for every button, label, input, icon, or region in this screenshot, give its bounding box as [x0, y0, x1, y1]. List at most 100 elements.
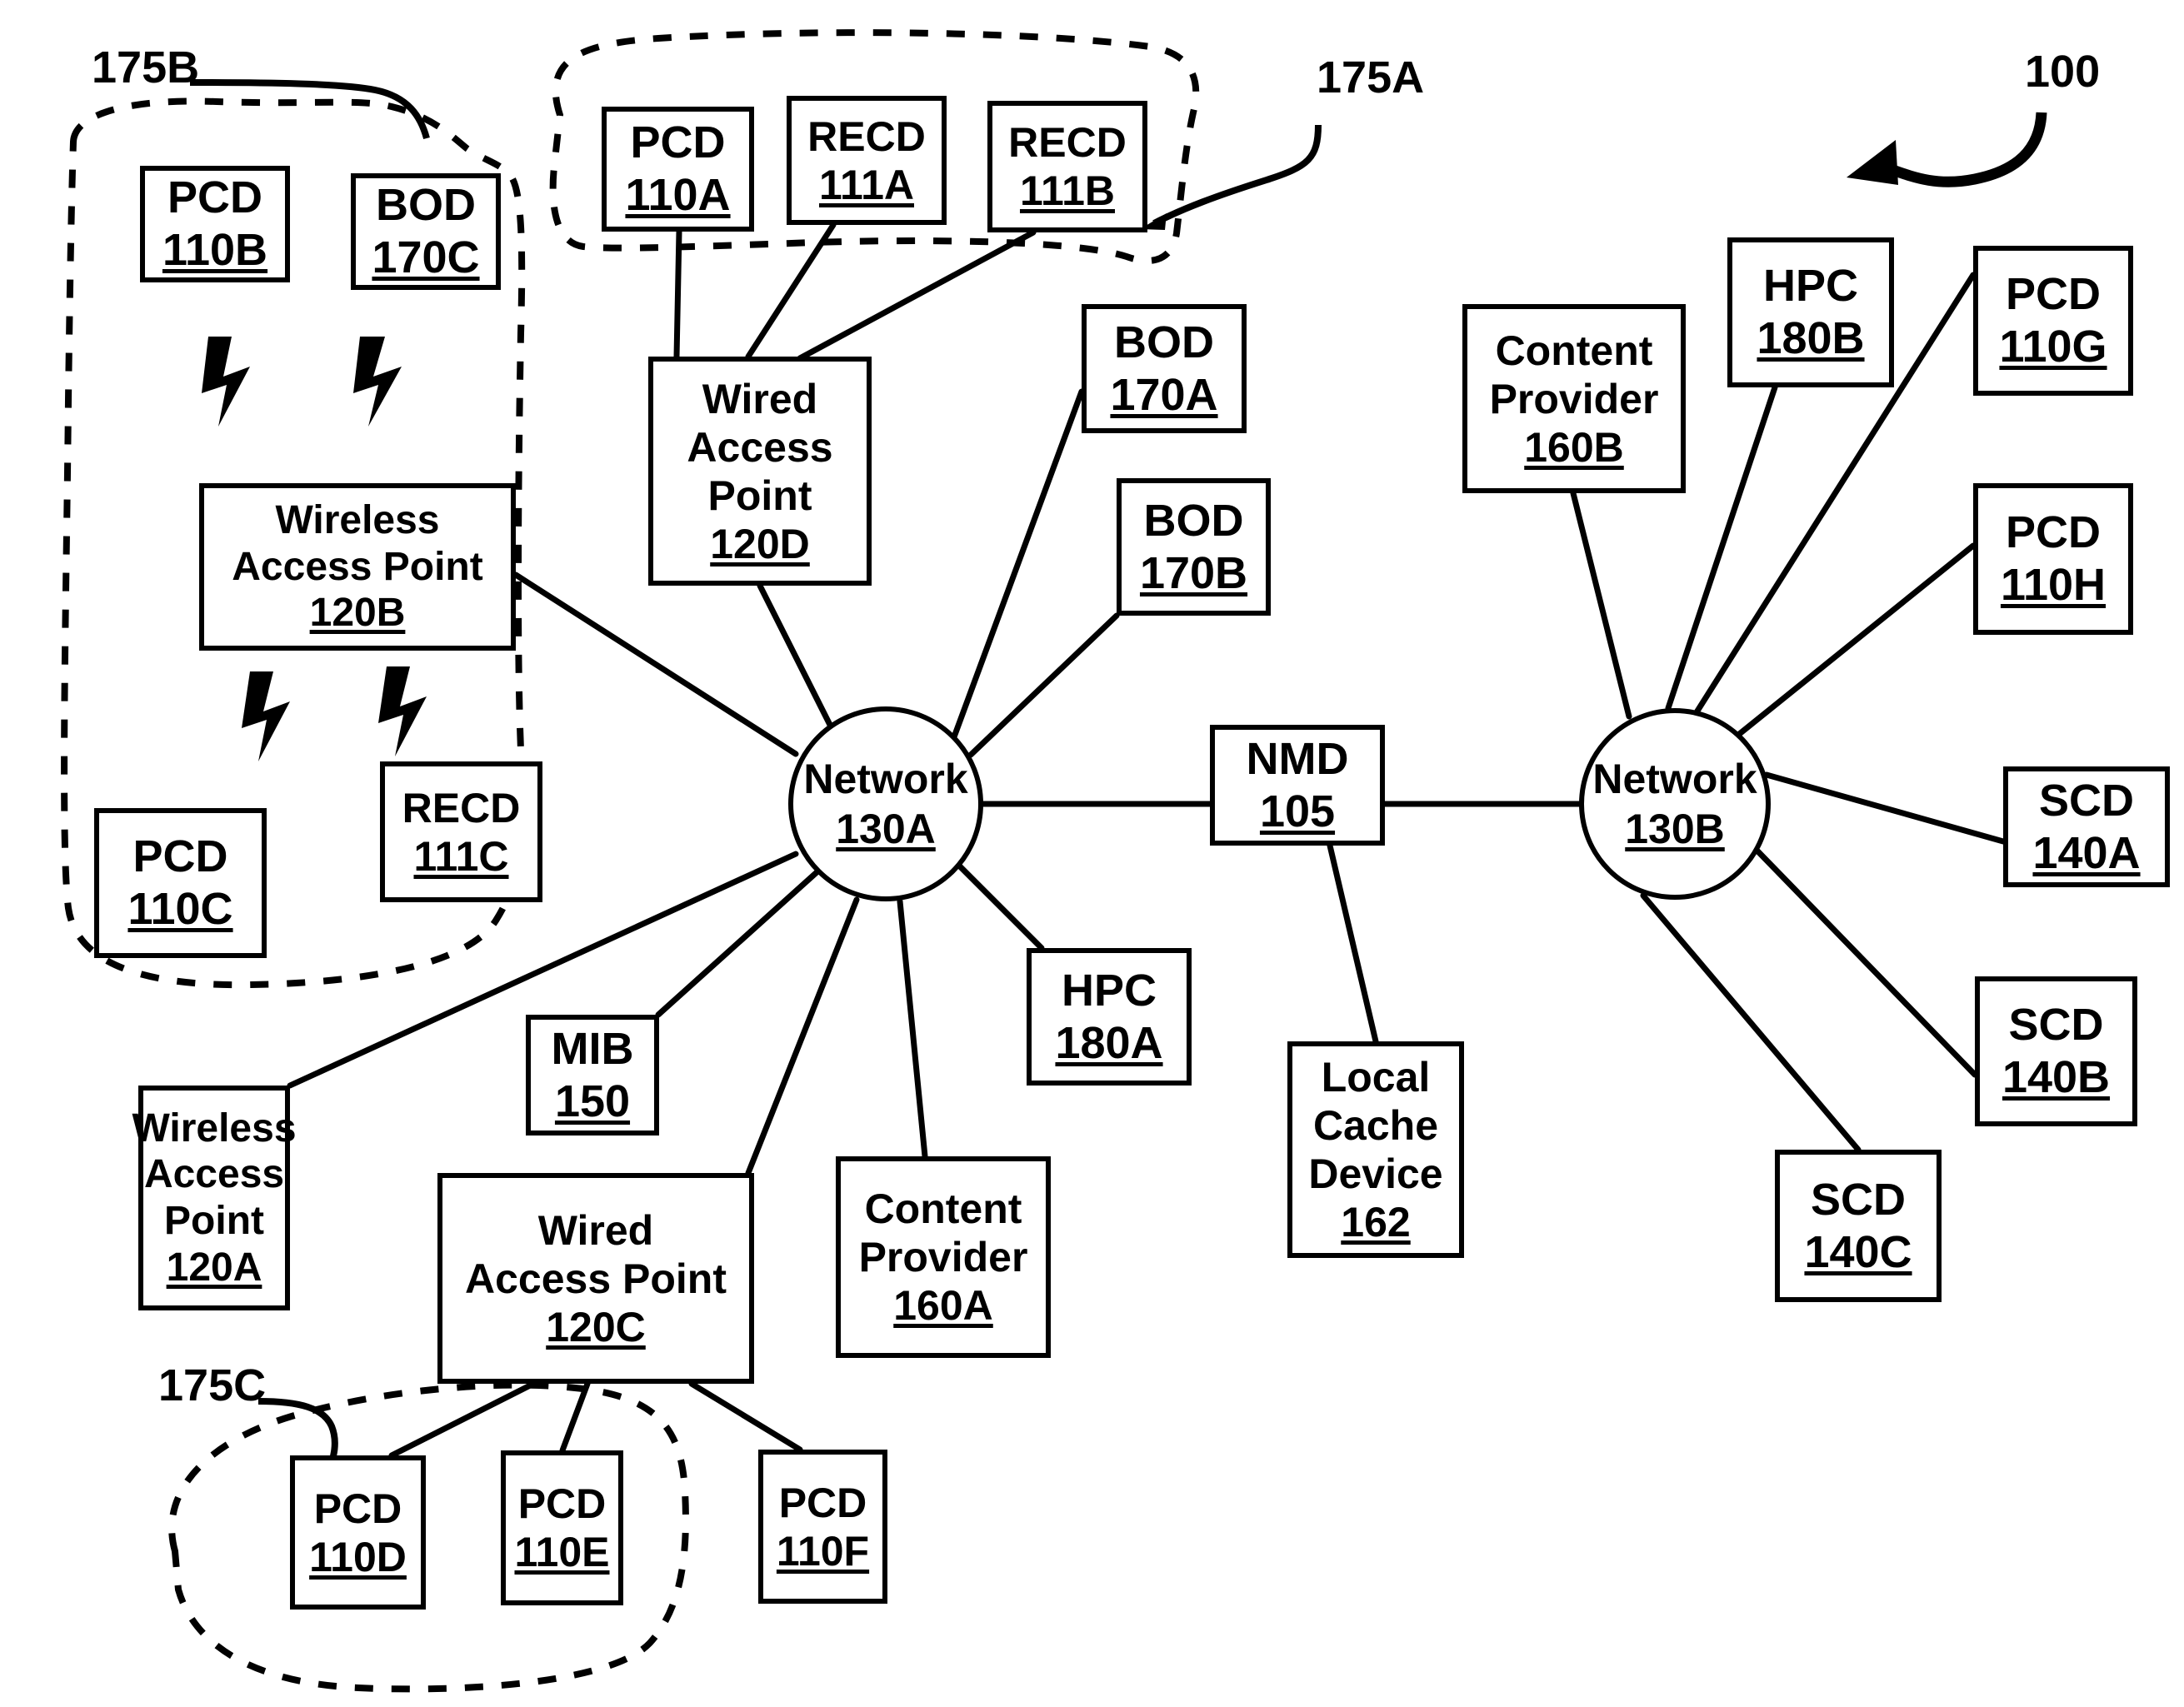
node-pcd-110b[interactable]: PCD 110B [140, 166, 290, 282]
node-title: BOD [1114, 317, 1214, 367]
line-net130b-scd140b [1745, 838, 1978, 1078]
node-ref: 162 [1341, 1199, 1411, 1245]
node-ref: 120D [710, 520, 810, 567]
node-ref: 110C [127, 884, 233, 934]
node-content-provider-160b[interactable]: Content Provider 160B [1462, 304, 1686, 493]
node-title: BOD [376, 180, 476, 231]
node-title: Wired Access Point [687, 375, 833, 519]
node-pcd-110f[interactable]: PCD 110F [758, 1450, 887, 1604]
node-title: PCD [167, 172, 262, 223]
figure-reference-numeral: 100 [2025, 47, 2101, 97]
node-pcd-110h[interactable]: PCD 110H [1973, 483, 2133, 635]
line-net130a-mib150 [655, 863, 827, 1018]
node-title: BOD [1143, 495, 1244, 546]
group-label-175a: 175A [1317, 52, 1425, 102]
node-ref: 170C [372, 232, 480, 282]
node-nmd-105[interactable]: NMD 105 [1210, 725, 1385, 846]
leader-175b [189, 79, 430, 140]
line-net130a-cp160a [897, 898, 928, 1160]
node-ref: 110B [162, 225, 268, 275]
node-title: Content Provider [1489, 327, 1659, 422]
line-net130b-scd140c [1640, 892, 1862, 1153]
figure-100-arrow-shaft [1881, 112, 2047, 187]
node-ref: 110A [625, 170, 731, 220]
node-title: PCD [778, 1479, 867, 1526]
line-net130a-wap120b [512, 571, 799, 757]
node-pcd-110g[interactable]: PCD 110G [1973, 246, 2133, 396]
node-recd-111a[interactable]: RECD 111A [787, 96, 947, 225]
node-bod-170c[interactable]: BOD 170C [351, 173, 501, 290]
node-title: RECD [1008, 119, 1127, 166]
line-nmd105-lcd162 [1327, 842, 1379, 1045]
line-wap120d-net130a [757, 582, 837, 735]
line-pcd110h-net130b [1722, 542, 1977, 749]
node-recd-111c[interactable]: RECD 111C [380, 761, 542, 902]
node-wired-access-point-120d[interactable]: Wired Access Point 120D [648, 357, 872, 586]
node-pcd-110d[interactable]: PCD 110D [290, 1455, 426, 1610]
node-ref: 160A [893, 1282, 993, 1329]
node-title: MIB [551, 1023, 634, 1074]
node-scd-140c[interactable]: SCD 140C [1775, 1150, 1942, 1302]
node-local-cache-device-162[interactable]: Local Cache Device 162 [1287, 1041, 1464, 1258]
node-ref: 160B [1524, 423, 1624, 471]
line-cp160b-net130b [1570, 490, 1632, 720]
node-title: Network [803, 756, 968, 802]
bolt-wap120b-pcd110c [242, 671, 290, 761]
node-title: PCD [517, 1480, 607, 1527]
node-title: RECD [402, 784, 521, 831]
node-content-provider-160a[interactable]: Content Provider 160A [836, 1156, 1051, 1358]
node-mib-150[interactable]: MIB 150 [526, 1015, 659, 1136]
node-title: HPC [1061, 965, 1157, 1016]
line-net130b-scd140a [1763, 771, 2007, 845]
node-recd-111b[interactable]: RECD 111B [987, 101, 1147, 232]
node-ref: 180B [1757, 313, 1865, 363]
node-ref: 170B [1139, 547, 1248, 598]
node-hpc-180b[interactable]: HPC 180B [1727, 237, 1894, 387]
node-scd-140a[interactable]: SCD 140A [2003, 766, 2170, 887]
line-net130a-wirap120c [745, 896, 860, 1176]
node-ref: 110F [776, 1527, 870, 1575]
node-ref: 111B [1019, 167, 1115, 214]
node-pcd-110e[interactable]: PCD 110E [501, 1450, 623, 1605]
node-ref: 120C [546, 1303, 646, 1350]
node-title: Network [1592, 756, 1757, 802]
line-recd111b-wap120d [797, 229, 1037, 362]
node-pcd-110c[interactable]: PCD 110C [94, 808, 267, 958]
node-title: Wireless Access Point [232, 497, 483, 589]
line-pcd110a-wap120d [673, 228, 682, 360]
node-ref: 130B [1625, 806, 1725, 852]
bolt-pcd110b-wap120b [202, 337, 250, 427]
node-wireless-access-point-120b[interactable]: Wireless Access Point 120B [199, 483, 516, 651]
node-title: SCD [2008, 1000, 2104, 1051]
node-network-130a[interactable]: Network 130A [788, 706, 983, 901]
node-ref: 140A [2032, 827, 2141, 878]
node-bod-170b[interactable]: BOD 170B [1117, 478, 1271, 616]
node-pcd-110a[interactable]: PCD 110A [602, 107, 754, 232]
node-title: PCD [132, 831, 228, 882]
node-ref: 180A [1055, 1017, 1163, 1068]
line-bod170a-net130a [949, 388, 1085, 745]
bolt-wap120b-recd111c [378, 666, 427, 756]
node-ref: 110H [2000, 560, 2107, 610]
line-recd111a-wap120d [745, 222, 837, 360]
group-label-175c: 175C [158, 1360, 267, 1410]
group-label-175b: 175B [92, 42, 200, 92]
node-bod-170a[interactable]: BOD 170A [1082, 304, 1247, 433]
line-bod170b-net130a [967, 612, 1120, 758]
node-network-130b[interactable]: Network 130B [1579, 708, 1771, 900]
node-ref: 130A [836, 806, 936, 852]
node-ref: 111C [413, 832, 509, 880]
line-wirap120c-pcd110f [688, 1380, 803, 1453]
node-ref: 110D [309, 1533, 407, 1580]
node-title: Content Provider [858, 1185, 1028, 1280]
node-wired-access-point-120c[interactable]: Wired Access Point 120C [437, 1173, 754, 1384]
node-ref: 140C [1804, 1226, 1912, 1277]
node-scd-140b[interactable]: SCD 140B [1975, 976, 2137, 1126]
node-title: Wireless Access Point [132, 1106, 297, 1243]
node-title: PCD [2005, 269, 2101, 320]
node-title: PCD [313, 1485, 402, 1532]
node-title: SCD [1810, 1174, 1906, 1225]
node-title: Local Cache Device [1308, 1054, 1443, 1197]
node-wireless-access-point-120a[interactable]: Wireless Access Point 120A [132, 1086, 297, 1310]
node-hpc-180a[interactable]: HPC 180A [1027, 948, 1192, 1086]
